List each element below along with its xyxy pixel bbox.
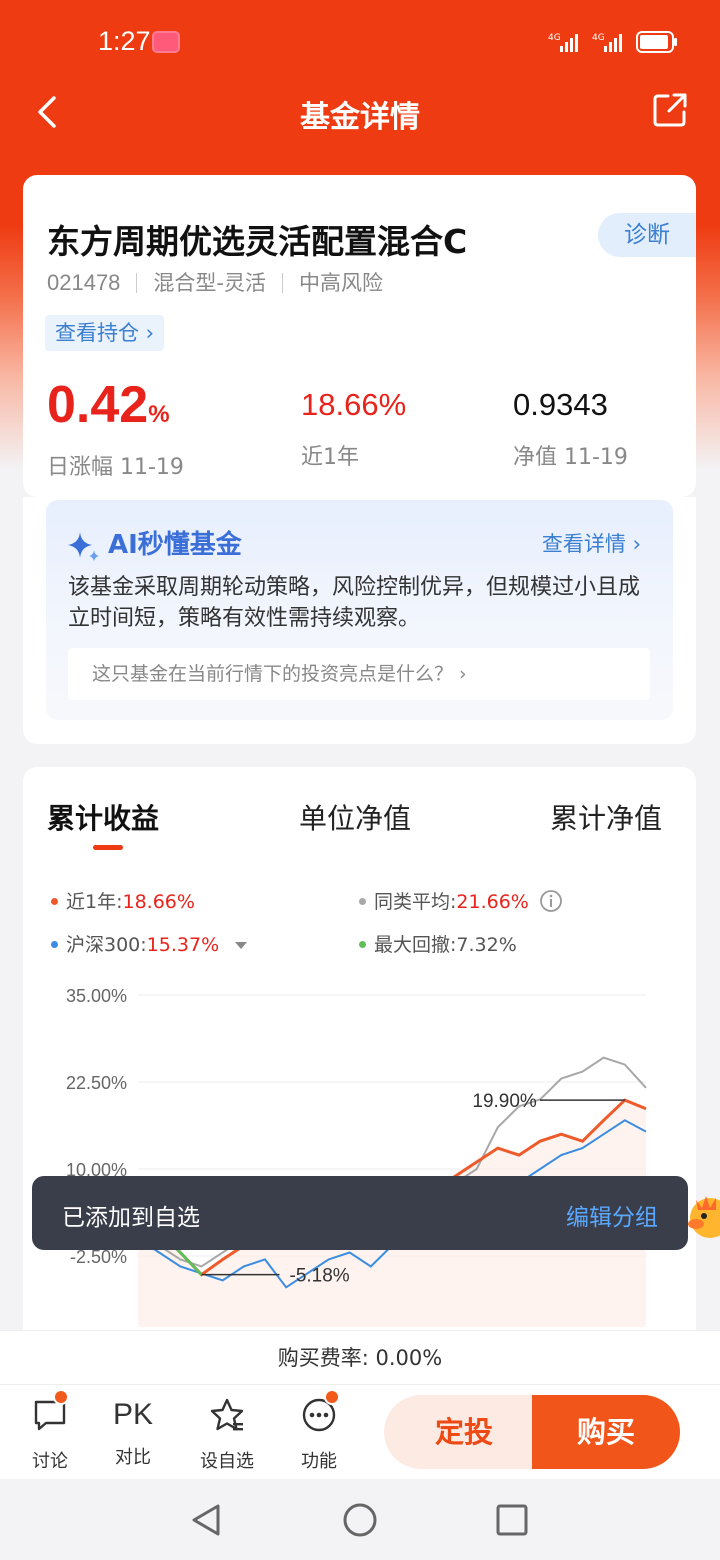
legend-label: 近1年:: [66, 891, 123, 913]
legend-dot: [51, 941, 58, 948]
legend-label: 同类平均:: [374, 891, 457, 913]
legend-csi300[interactable]: 沪深300:15.37%: [51, 930, 248, 957]
year-return-label: 近1年: [301, 445, 359, 470]
discuss-label: 讨论: [32, 1451, 68, 1472]
ai-view-details-link[interactable]: 查看详情 ›: [542, 528, 641, 558]
fund-name: 东方周期优选灵活配置混合C: [47, 222, 468, 261]
ai-summary-card: AI秒懂基金 查看详情 › 该基金采取周期轮动策略，风险控制优异，但规模过小且成…: [23, 497, 696, 744]
signal-icon: 4G: [548, 33, 578, 52]
ai-title: AI秒懂基金: [108, 530, 242, 560]
legend-label: 最大回撤:: [374, 934, 457, 956]
pk-icon: PK: [112, 1398, 154, 1431]
discuss-button[interactable]: 讨论: [15, 1389, 85, 1473]
active-tab-indicator: [93, 845, 123, 850]
star-icon: [210, 1398, 244, 1431]
navigation-bar: 基金详情: [0, 84, 720, 140]
share-icon[interactable]: [652, 92, 688, 128]
svg-text:4G: 4G: [592, 33, 605, 43]
watchlist-label: 设自选: [200, 1451, 254, 1472]
toast-notification: 已添加到自选 编辑分组: [32, 1176, 688, 1250]
auto-invest-button[interactable]: 定投: [384, 1395, 544, 1469]
daily-change-stat: 0.42% 日涨幅 11-19: [47, 375, 184, 481]
legend-fund: 近1年:18.66%: [51, 887, 195, 914]
nav-label: 净值 11-19: [513, 445, 628, 470]
tab-cumulative-return[interactable]: 累计收益: [47, 797, 159, 837]
signal-icon-2: 4G: [592, 33, 622, 52]
functions-label: 功能: [301, 1451, 337, 1472]
mascot-icon[interactable]: [684, 1186, 720, 1246]
buy-button[interactable]: 购买: [532, 1395, 680, 1469]
return-line-chart[interactable]: 35.00%22.50%10.00%-2.50%19.90%-5.18%: [23, 977, 696, 1327]
tab-unit-nav[interactable]: 单位净值: [299, 797, 411, 837]
system-navigation-bar: [0, 1480, 720, 1560]
min-annotation-label: -5.18%: [290, 1266, 350, 1287]
system-back-icon[interactable]: [186, 1500, 226, 1540]
view-holdings-link[interactable]: 查看持仓 ›: [45, 315, 165, 351]
tab-cumulative-nav[interactable]: 累计净值: [550, 797, 662, 837]
notification-badge: [53, 1389, 69, 1405]
y-tick-label: 35.00%: [66, 986, 127, 1006]
status-time: 1:27: [98, 26, 151, 56]
bottom-action-bar: 讨论 PK 对比 设自选 功能 定投 购买: [0, 1384, 720, 1479]
page-title: 基金详情: [300, 100, 420, 135]
ai-box: AI秒懂基金 查看详情 › 该基金采取周期轮动策略，风险控制优异，但规模过小且成…: [46, 500, 673, 720]
y-tick-label: 22.50%: [66, 1073, 127, 1093]
legend-category-avg: 同类平均:21.66%: [359, 887, 563, 914]
divider: [282, 273, 283, 293]
info-icon[interactable]: [539, 889, 563, 913]
year-return-value: 18.66%: [301, 387, 407, 422]
divider: [136, 273, 138, 293]
fund-summary-card: 东方周期优选灵活配置混合C 诊断 021478 混合型-灵活 中高风险 查看持仓 ›…: [23, 175, 696, 497]
legend-value: 7.32%: [456, 934, 517, 956]
legend-max-drawdown: 最大回撤:7.32%: [359, 930, 517, 957]
legend-dot: [51, 898, 58, 905]
year-return-stat: 18.66% 近1年: [301, 375, 406, 471]
nav-value: 0.9343: [513, 387, 608, 422]
fund-type: 混合型-灵活: [153, 271, 266, 295]
svg-text:4G: 4G: [548, 33, 561, 43]
nav-stat: 0.9343 净值 11-19: [513, 375, 628, 471]
daily-change-value: 0.42: [47, 376, 149, 434]
notification-badge: [324, 1389, 340, 1405]
legend-dot: [359, 941, 366, 948]
diagnose-button[interactable]: 诊断: [598, 213, 696, 257]
ai-summary-text: 该基金采取周期轮动策略，风险控制优异，但规模过小且成立时间短，策略有效性需持续观…: [68, 575, 641, 631]
performance-chart-card: 累计收益 单位净值 累计净值 近1年:18.66% 同类平均:21.66% 沪深…: [23, 767, 696, 1387]
system-recents-icon[interactable]: [492, 1500, 532, 1540]
add-watchlist-button[interactable]: 设自选: [192, 1397, 262, 1473]
legend-label: 沪深300:: [66, 934, 147, 956]
max-annotation-label: 19.90%: [472, 1091, 537, 1112]
compare-label: 对比: [115, 1447, 151, 1468]
system-home-icon[interactable]: [340, 1500, 380, 1540]
daily-change-unit: %: [148, 401, 170, 428]
legend-value: 21.66%: [456, 891, 529, 913]
legend-value: 18.66%: [122, 891, 195, 913]
y-tick-label: -2.50%: [70, 1247, 127, 1267]
functions-button[interactable]: 功能: [284, 1389, 354, 1473]
dropdown-icon: [235, 942, 248, 949]
compare-button[interactable]: PK 对比: [98, 1397, 168, 1469]
purchase-fee: 购买费率: 0.00%: [0, 1330, 720, 1384]
edit-group-button[interactable]: 编辑分组: [566, 1198, 658, 1232]
fund-meta: 021478 混合型-灵活 中高风险: [47, 267, 383, 297]
fund-code: 021478: [47, 270, 121, 295]
ai-sparkle-icon: [68, 532, 99, 562]
battery-icon: [636, 31, 677, 53]
status-bar: 1:27 4G 4G: [0, 0, 720, 84]
legend-value: 15.37%: [146, 934, 220, 956]
toast-text: 已添加到自选: [62, 1205, 200, 1231]
notification-icon: [152, 31, 180, 53]
legend-dot: [359, 898, 366, 905]
daily-change-label: 日涨幅 11-19: [47, 455, 184, 480]
ai-question-prompt[interactable]: 这只基金在当前行情下的投资亮点是什么？ ›: [68, 648, 650, 700]
fund-risk: 中高风险: [299, 271, 383, 295]
